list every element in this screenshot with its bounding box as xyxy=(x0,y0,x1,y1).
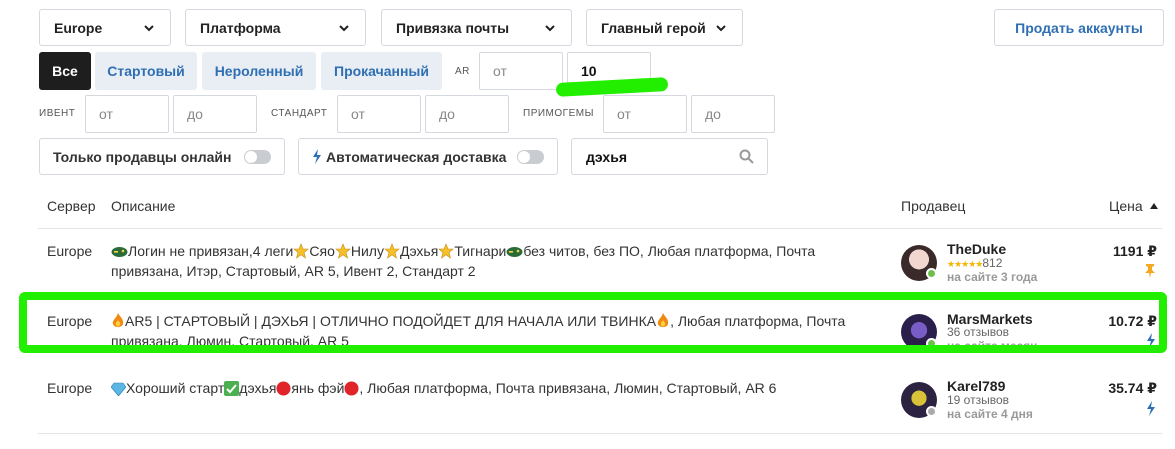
standard-to-input[interactable]: до xyxy=(425,95,509,133)
event-label: ИВЕНТ xyxy=(39,108,76,119)
ar-from-input[interactable]: от xyxy=(479,52,563,90)
chevron-down-icon xyxy=(716,24,726,31)
price: 35.74 ₽ xyxy=(1108,380,1157,396)
primogems-to-input[interactable]: до xyxy=(691,95,775,133)
tab-unrolled[interactable]: Нероленный xyxy=(202,52,316,90)
tab-starter[interactable]: Стартовый xyxy=(95,52,197,90)
seller-name[interactable]: Karel789 xyxy=(947,378,1005,394)
sort-up-icon xyxy=(1149,203,1158,209)
online-sellers-switch[interactable] xyxy=(244,150,271,164)
star-icon xyxy=(438,243,455,259)
header-server: Сервер xyxy=(47,198,96,214)
row-description: Логин не привязан,4 леги Сяо Нилу Дэхья Тигн… xyxy=(111,243,816,279)
online-status-dot xyxy=(926,268,937,279)
row-server: Europe xyxy=(47,243,93,259)
auto-delivery-label: Автоматическая доставка xyxy=(326,148,507,165)
event-from-input[interactable]: от xyxy=(85,95,169,133)
highlight-frame xyxy=(19,292,1167,353)
primogems-from-input[interactable]: от xyxy=(603,95,687,133)
row-divider xyxy=(38,433,1162,434)
header-seller: Продавец xyxy=(901,198,966,214)
mail-binding-select-value: Привязка почты xyxy=(396,19,510,36)
row-description: Хороший старт дэхья янь фэй, Любая платфор… xyxy=(111,378,881,398)
header-price-label: Цена xyxy=(1109,198,1143,214)
diamond-icon xyxy=(111,382,126,396)
red-circle-icon xyxy=(344,381,359,396)
mail-binding-select[interactable]: Привязка почты xyxy=(381,9,572,46)
auto-delivery-toggle[interactable]: Автоматическая доставка xyxy=(298,138,558,175)
price: 1191 ₽ xyxy=(1112,243,1157,259)
tab-leveled[interactable]: Прокачанный xyxy=(321,52,442,90)
rating-stars-icon: ★★★★★ xyxy=(947,259,983,269)
pin-icon xyxy=(1145,264,1155,278)
auto-delivery-switch[interactable] xyxy=(517,150,544,164)
red-circle-icon xyxy=(276,381,291,396)
star-icon xyxy=(384,243,400,259)
online-sellers-label: Только продавцы онлайн xyxy=(53,148,232,165)
chevron-down-icon xyxy=(339,24,349,31)
search-icon[interactable] xyxy=(739,149,754,164)
event-to-input[interactable]: до xyxy=(173,95,257,133)
standard-label: СТАНДАРТ xyxy=(271,108,328,119)
offline-status-dot xyxy=(926,406,937,417)
seller-reviews: ★★★★★812 xyxy=(947,256,1003,270)
row-server: Europe xyxy=(47,380,93,396)
lightning-icon xyxy=(1147,401,1155,416)
lightning-icon xyxy=(313,149,321,164)
server-select-value: Europe xyxy=(54,19,103,36)
chevron-down-icon xyxy=(545,24,555,31)
standard-from-input[interactable]: от xyxy=(337,95,421,133)
primogems-label: ПРИМОГЕМЫ xyxy=(523,108,594,119)
platform-select-value: Платформа xyxy=(200,19,281,36)
gamepad-icon xyxy=(111,247,128,257)
header-divider xyxy=(38,228,1162,229)
online-sellers-toggle[interactable]: Только продавцы онлайн xyxy=(39,138,285,175)
search-value: дэхья xyxy=(586,148,627,165)
star-icon xyxy=(335,243,351,259)
seller-reviews: 19 отзывов xyxy=(947,393,1010,407)
seller-online: на сайте 4 дня xyxy=(947,407,1033,421)
tab-all[interactable]: Все xyxy=(39,52,91,90)
gamepad-icon xyxy=(506,247,523,257)
header-description: Описание xyxy=(111,198,176,214)
seller-online: на сайте 3 года xyxy=(947,270,1038,284)
main-hero-select-value: Главный герой xyxy=(601,19,706,36)
search-input[interactable]: дэхья xyxy=(571,138,768,175)
sell-accounts-button[interactable]: Продать аккаунты xyxy=(994,9,1164,46)
check-box-icon xyxy=(224,381,240,396)
server-select[interactable]: Europe xyxy=(39,9,171,46)
ar-label: AR xyxy=(455,66,470,77)
chevron-down-icon xyxy=(144,24,154,31)
main-hero-select[interactable]: Главный герой xyxy=(586,9,743,46)
star-icon xyxy=(293,243,310,259)
header-price[interactable]: Цена xyxy=(1109,198,1158,214)
seller-name[interactable]: TheDuke xyxy=(947,241,1006,257)
platform-select[interactable]: Платформа xyxy=(185,9,366,46)
